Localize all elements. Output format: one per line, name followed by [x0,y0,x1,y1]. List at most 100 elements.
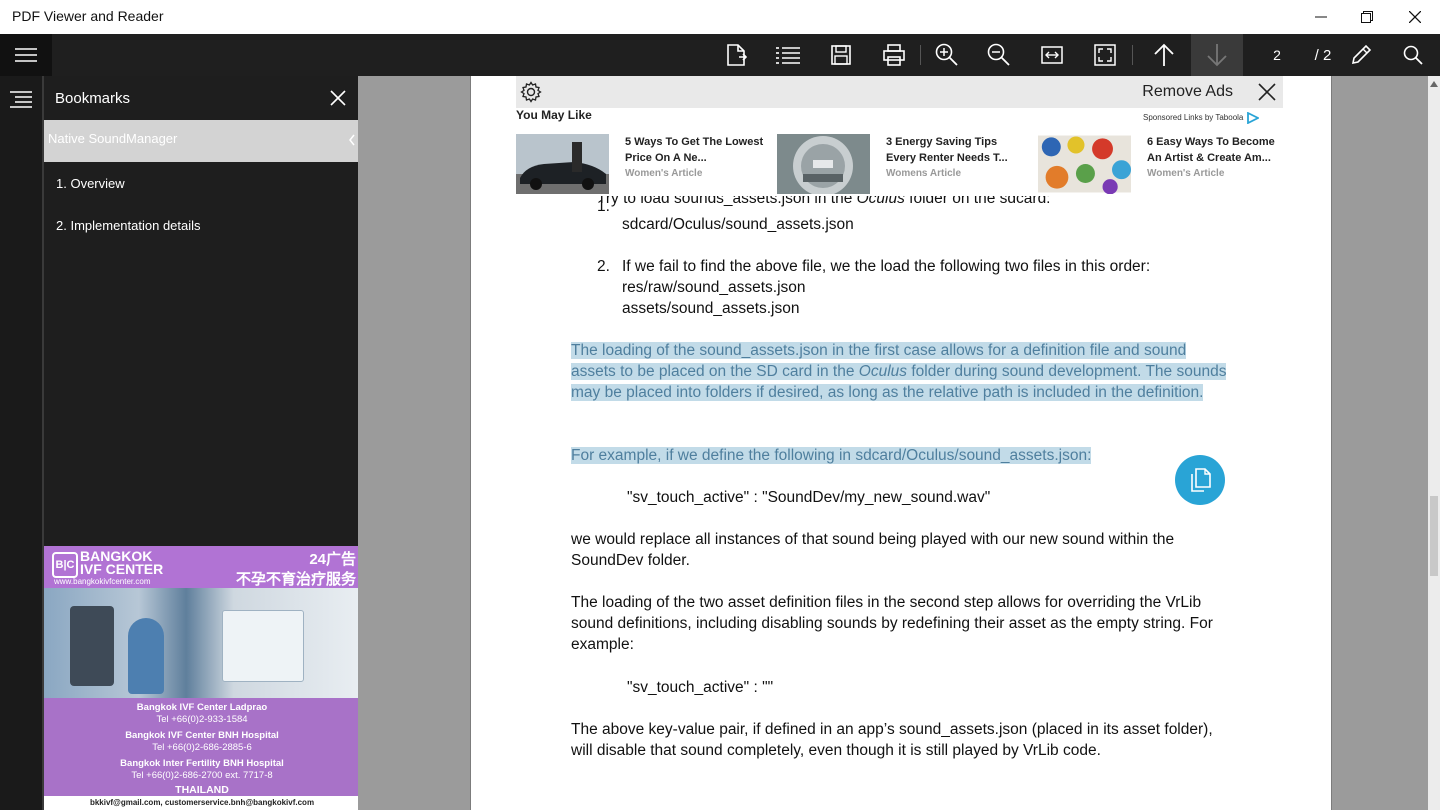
minimize-icon [1315,16,1327,18]
toolbar-separator [1132,45,1133,65]
list-item-2-path1: res/raw/sound_assets.json [622,279,806,296]
save-icon [831,45,851,65]
close-window-button[interactable] [1390,0,1440,34]
list-item-2-path2: assets/sound_assets.json [622,300,800,317]
ad-card[interactable]: 6 Easy Ways To Become An Artist & Create… [1038,134,1288,196]
ad-microscope [70,606,114,686]
ad-photo [44,588,360,698]
copy-floating-button[interactable] [1175,455,1225,505]
page-number-input[interactable]: 2 [1248,34,1306,76]
ad-line: Tel +66(0)2-686-2700 ext. 7717-8 [131,770,273,781]
zoom-in-icon [935,43,958,66]
bookmark-item[interactable]: 2. Implementation details [56,218,201,233]
highlighted-example-line[interactable]: For example, if we define the following … [571,445,1231,466]
bookmark-item-selected[interactable]: Native SoundManager [44,120,360,162]
previous-page-button[interactable] [1138,34,1190,76]
chevron-left-icon[interactable] [348,134,356,146]
vertical-scrollbar[interactable] [1428,76,1440,810]
pencil-icon [1351,44,1372,65]
hamburger-icon [15,48,37,62]
print-icon [883,44,905,66]
main-toolbar: 2 / 2 [0,34,1440,76]
gear-icon[interactable] [520,81,542,103]
minimize-button[interactable] [1296,0,1346,34]
ad-card-image [516,134,609,194]
arrow-down-icon [1207,44,1227,67]
highlight-text: The loading of the sound_assets.json in … [571,342,1227,401]
highlighted-paragraph[interactable]: The loading of the sound_assets.json in … [571,340,1231,403]
search-icon [1403,45,1423,65]
ad-slogan: 不孕不育治疗服务 [235,571,356,588]
save-button[interactable] [815,34,867,76]
taboola-icon [1247,112,1260,124]
title-bar: PDF Viewer and Reader [0,0,1440,34]
ad-header: B|C BANGKOK IVF CENTER www.bangkokivfcent… [44,546,360,588]
scrollbar-thumb[interactable] [1430,496,1438,576]
print-button[interactable] [868,34,920,76]
highlight-em: Oculus [858,363,908,380]
ad-card-title: 5 Ways To Get The Lowest Price On A Ne..… [625,136,764,164]
list-icon [776,47,800,64]
left-rail [0,76,42,810]
fit-width-button[interactable] [1026,34,1078,76]
app-title: PDF Viewer and Reader [12,8,164,24]
list-item-1: Try to load sounds_assets.json in the Oc… [597,196,1197,214]
fit-page-icon [1094,44,1116,66]
list-item-2-number: 2. [597,258,610,275]
pdf-page[interactable]: Remove Ads You May Like Sponsored Links … [470,76,1332,810]
fit-page-button[interactable] [1079,34,1131,76]
close-icon [1409,11,1421,23]
sponsored-text: Sponsored Links by Taboola [1143,113,1244,123]
highlight-example-text: For example, if we define the following … [571,447,1092,464]
ad-brand-line2: IVF CENTER [80,561,164,577]
ad-logo: B|C [52,552,78,578]
list-item-1-path: sdcard/Oculus/sound_assets.json [622,216,854,233]
open-file-button[interactable] [710,34,762,76]
paragraph-3: The loading of the two asset definition … [571,594,1213,653]
bookmark-item[interactable]: 1. Overview [56,176,125,191]
ad-heading: You May Like [516,108,592,122]
ad-line: THAILAND [175,784,229,796]
doc-ad-bar: Remove Ads [516,76,1283,108]
fit-width-icon [1041,46,1063,64]
arrow-up-icon [1154,43,1174,66]
bookmarks-title: Bookmarks [55,90,131,107]
ad-card-source: Women's Article [1147,168,1225,179]
ad-card-source: Womens Article [886,168,962,179]
ad-card[interactable]: 5 Ways To Get The Lowest Price On A Ne..… [516,134,766,196]
ad-line: Tel +66(0)2-933-1584 [156,714,248,725]
bookmarks-header: Bookmarks [44,76,360,120]
list-item-1-number-clip: 1. [597,188,617,214]
annotate-button[interactable] [1335,34,1387,76]
list-view-button[interactable] [762,34,814,76]
ad-tag: 24广告 [309,551,356,568]
ad-person [128,618,164,694]
paragraph-4: The above key-value pair, if defined in … [571,721,1213,759]
list-item-2-text: If we fail to find the above file, we th… [622,258,1151,275]
zoom-out-button[interactable] [973,34,1025,76]
list-item-1-em: Oculus [856,196,905,207]
list-item-1-pre: Try to load sounds_assets.json in the [597,196,857,207]
next-page-button[interactable] [1191,34,1243,76]
bookmarks-panel: Bookmarks Native SoundManager 1. Overvie… [42,76,360,810]
menu-button[interactable] [0,34,52,76]
scroll-up-arrow-icon[interactable] [1428,78,1440,90]
search-button[interactable] [1387,34,1439,76]
bookmarks-toggle-button[interactable] [10,90,32,108]
new-file-icon [727,44,747,66]
ad-line: Bangkok IVF Center BNH Hospital [125,730,279,741]
ad-line: Bangkok Inter Fertility BNH Hospital [120,758,284,769]
ad-card[interactable]: 3 Energy Saving Tips Every Renter Needs … [777,134,1027,196]
copy-icon [1191,468,1211,492]
list-item-1-text: Try to load sounds_assets.json in the Oc… [597,196,1051,207]
sponsored-label[interactable]: Sponsored Links by Taboola [1143,112,1260,124]
ad-card-title: 6 Easy Ways To Become An Artist & Create… [1147,136,1275,164]
zoom-in-button[interactable] [921,34,973,76]
close-bookmarks-icon[interactable] [328,88,348,108]
bookmark-selected-label: Native SoundManager [48,131,178,146]
side-advertisement[interactable]: B|C BANGKOK IVF CENTER www.bangkokivfcent… [44,546,360,810]
close-ad-icon[interactable] [1257,82,1277,102]
remove-ads-button[interactable]: Remove Ads [1142,83,1233,101]
restore-button[interactable] [1342,0,1392,34]
ad-line: Tel +66(0)2-686-2885-6 [152,742,252,753]
